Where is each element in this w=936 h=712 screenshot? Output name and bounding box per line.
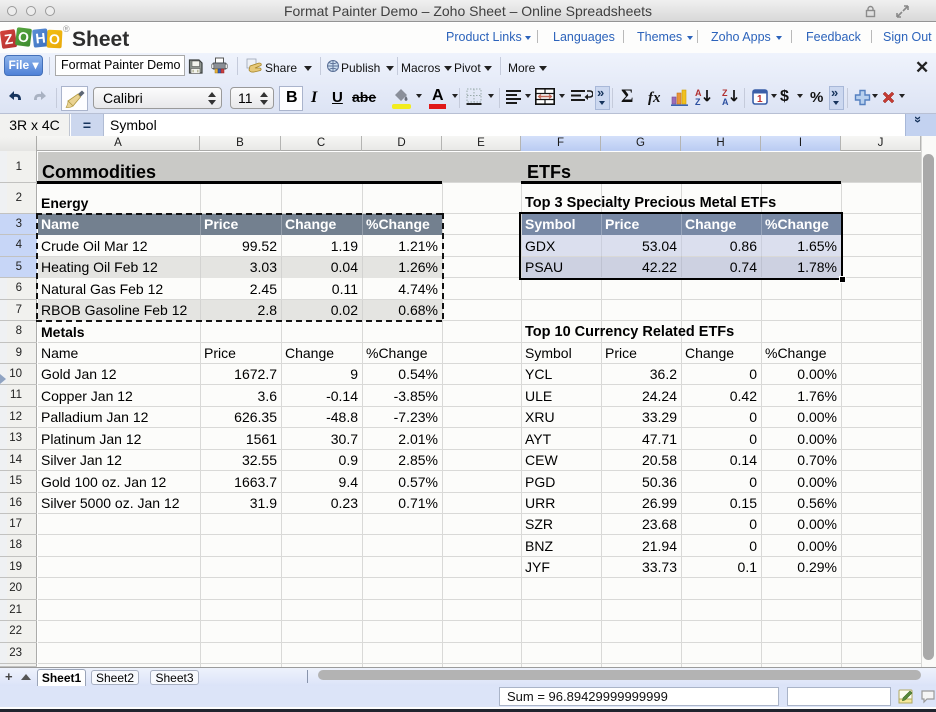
svg-text:A: A: [722, 97, 729, 106]
svg-text:1: 1: [757, 94, 763, 105]
svg-text:Z: Z: [695, 97, 701, 106]
